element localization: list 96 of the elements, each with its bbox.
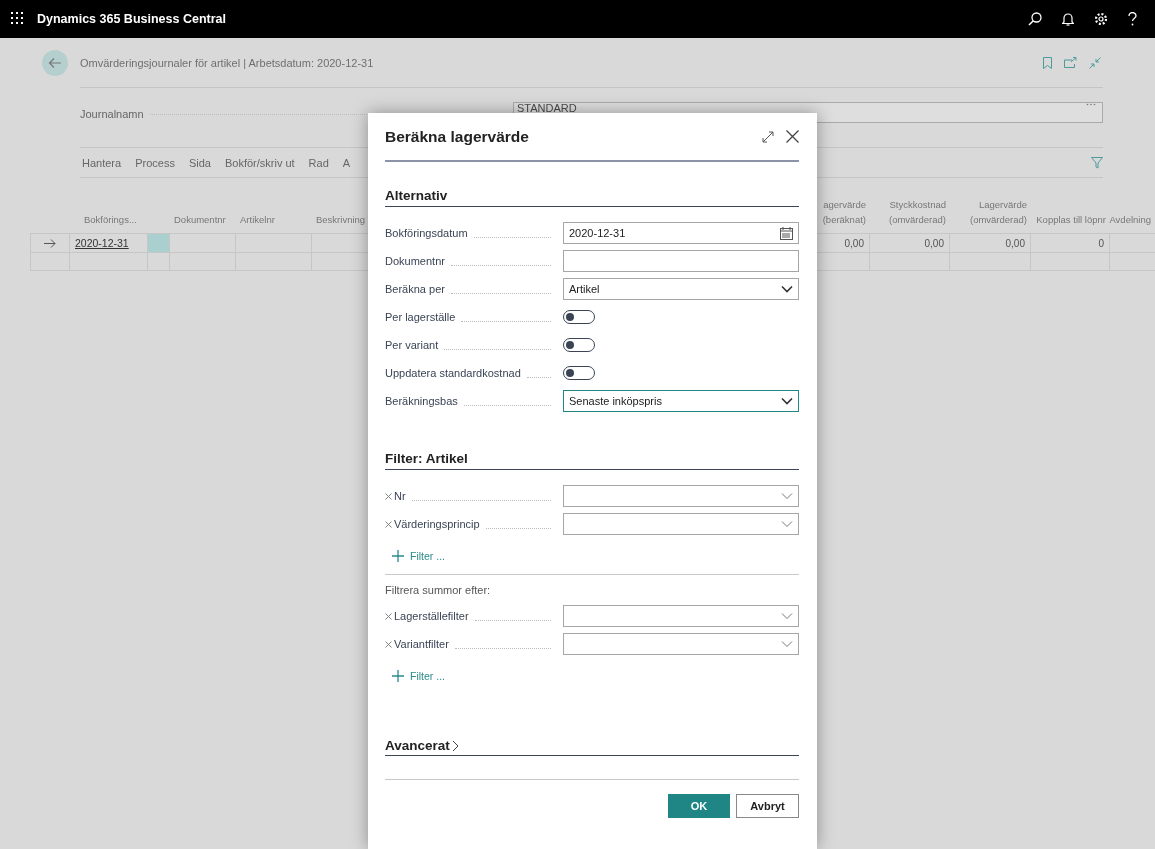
arrow-left-icon bbox=[48, 56, 62, 69]
app-launcher-icon bbox=[11, 12, 23, 24]
back-button[interactable] bbox=[42, 49, 68, 76]
table-cell bbox=[148, 252, 170, 271]
subsection-heading: Filtrera summor efter: bbox=[385, 584, 492, 596]
table-cell: 0,00 bbox=[950, 233, 1031, 252]
close-icon bbox=[786, 130, 799, 143]
toggle-switch[interactable] bbox=[563, 310, 595, 324]
current-row-arrow-icon bbox=[44, 238, 56, 248]
dropdown[interactable] bbox=[563, 633, 799, 655]
bookmark-button[interactable] bbox=[1043, 56, 1052, 69]
question-mark-icon bbox=[1128, 12, 1137, 26]
filter-label: Nr bbox=[394, 490, 406, 502]
chevron-right-icon bbox=[451, 739, 459, 752]
column-header: agervärde (beräknat) bbox=[821, 198, 866, 227]
bookmark-icon bbox=[1043, 56, 1052, 69]
column-header: Dokumentnr bbox=[174, 213, 226, 227]
search-icon bbox=[1028, 12, 1042, 26]
field-label: Dokumentnr bbox=[385, 255, 445, 267]
bell-icon bbox=[1062, 12, 1074, 26]
calendar-icon bbox=[780, 226, 793, 240]
cancel-button[interactable]: Avbryt bbox=[736, 794, 799, 818]
action-menu-item[interactable]: Rad bbox=[306, 156, 339, 169]
remove-filter-icon bbox=[385, 520, 392, 528]
filter-label: Lagerställefilter bbox=[394, 610, 469, 622]
page-title: Omvärderingsjournaler för artikel | Arbetsdatum: 2020-12-31 bbox=[80, 56, 375, 69]
date-field[interactable]: 2020-12-31 bbox=[563, 222, 799, 244]
field-label: Journalnamn bbox=[80, 108, 144, 120]
column-header: Bokförings... bbox=[84, 213, 137, 227]
column-header: Styckkostnad (omvärderad) bbox=[887, 198, 946, 227]
field-label: Beräkningsbas bbox=[385, 395, 458, 407]
row-indicator-cell[interactable] bbox=[30, 233, 70, 252]
action-menu-item[interactable]: Process bbox=[133, 156, 185, 169]
action-menu-item[interactable]: Sida bbox=[186, 156, 221, 169]
more-icon bbox=[1086, 103, 1096, 106]
filter-label: Värderingsprincip bbox=[394, 518, 480, 530]
action-menu-item[interactable]: Hantera bbox=[80, 156, 132, 169]
remove-filter-icon bbox=[385, 612, 392, 620]
chevron-down-icon bbox=[781, 640, 793, 648]
share-button[interactable] bbox=[1064, 56, 1077, 69]
app-title: Dynamics 365 Business Central bbox=[37, 12, 227, 26]
action-menu-item[interactable]: A bbox=[340, 156, 361, 169]
plus-icon bbox=[392, 670, 404, 682]
table-cell: 0 bbox=[1031, 233, 1110, 252]
collapse-button[interactable] bbox=[1089, 56, 1101, 69]
toggle-switch[interactable] bbox=[563, 366, 595, 380]
section-heading: Filter: Artikel bbox=[385, 451, 799, 470]
ok-button[interactable]: OK bbox=[668, 794, 730, 818]
collapse-icon bbox=[1089, 56, 1101, 69]
search-button[interactable] bbox=[1028, 12, 1042, 26]
settings-button[interactable] bbox=[1094, 12, 1108, 26]
field-label: Beräkna per bbox=[385, 283, 445, 295]
dropdown[interactable] bbox=[563, 605, 799, 627]
date-link[interactable]: 2020-12-31 bbox=[75, 237, 129, 249]
chevron-down-icon bbox=[781, 492, 793, 500]
chevron-down-icon bbox=[781, 285, 793, 293]
notifications-button[interactable] bbox=[1062, 12, 1074, 26]
share-icon bbox=[1064, 56, 1077, 68]
column-header: Artikelnr bbox=[240, 213, 275, 227]
column-header: Beskrivning bbox=[316, 213, 366, 227]
field-label: Uppdatera standardkostnad bbox=[385, 367, 521, 379]
section-heading: Alternativ bbox=[385, 188, 799, 207]
plus-icon bbox=[392, 550, 404, 562]
table-cell bbox=[170, 233, 236, 252]
help-button[interactable] bbox=[1128, 12, 1137, 26]
table-cell bbox=[170, 252, 236, 271]
chevron-down-icon bbox=[781, 397, 793, 405]
remove-filter-icon bbox=[385, 640, 392, 648]
remove-filter-icon bbox=[385, 492, 392, 500]
field-label: Bokföringsdatum bbox=[385, 227, 468, 239]
chevron-down-icon bbox=[781, 520, 793, 528]
close-button[interactable] bbox=[786, 130, 799, 143]
dialog-title: Beräkna lagervärde bbox=[385, 127, 530, 146]
field-label: Per variant bbox=[385, 339, 439, 351]
dropdown[interactable]: Senaste inköpspris bbox=[563, 390, 799, 412]
toggle-switch[interactable] bbox=[563, 338, 595, 352]
dropdown[interactable]: Artikel bbox=[563, 278, 799, 300]
gear-icon bbox=[1094, 12, 1108, 26]
column-header: Lagervärde (omvärderad) bbox=[968, 198, 1027, 227]
add-filter-button[interactable]: Filter ... bbox=[392, 666, 445, 686]
input-field[interactable] bbox=[563, 250, 799, 272]
filter-label: Variantfilter bbox=[394, 638, 449, 650]
chevron-down-icon bbox=[781, 612, 793, 620]
add-filter-button[interactable]: Filter ... bbox=[392, 546, 445, 566]
dropdown[interactable] bbox=[563, 485, 799, 507]
filter-icon bbox=[1091, 156, 1103, 169]
expand-button[interactable] bbox=[762, 130, 774, 143]
table-cell: 0,00 bbox=[870, 233, 950, 252]
expand-icon bbox=[762, 130, 774, 143]
column-header: Avdelning bbox=[1109, 213, 1151, 227]
filter-button[interactable] bbox=[1091, 156, 1103, 169]
field-label: Per lagerställe bbox=[385, 311, 456, 323]
advanced-section-toggle[interactable]: Avancerat bbox=[385, 738, 459, 753]
action-menu-item[interactable]: Bokför/skriv ut bbox=[222, 156, 305, 169]
column-header: Kopplas till löpnr bbox=[1036, 213, 1106, 227]
dropdown[interactable] bbox=[563, 513, 799, 535]
